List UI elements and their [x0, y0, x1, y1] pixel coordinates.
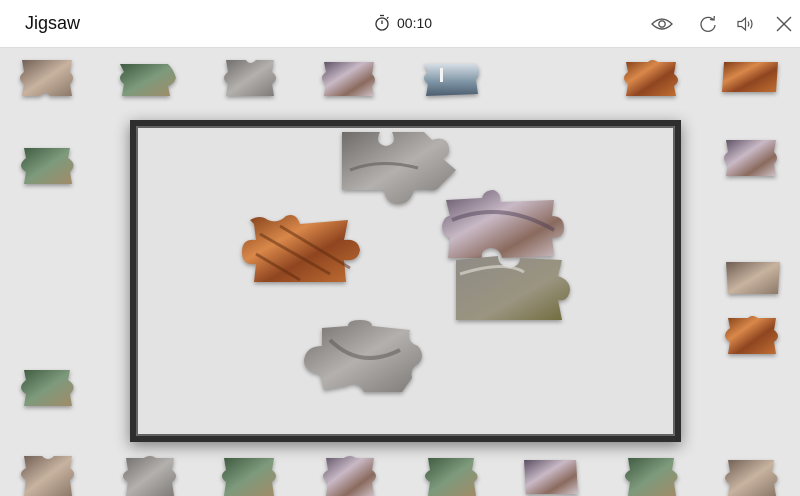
puzzle-piece[interactable] [240, 214, 364, 284]
preview-button[interactable] [650, 12, 674, 36]
puzzle-piece[interactable] [16, 144, 80, 186]
puzzle-piece[interactable] [620, 454, 684, 496]
sound-button[interactable] [734, 12, 758, 36]
puzzle-piece[interactable] [16, 58, 76, 98]
puzzle-piece[interactable] [720, 138, 780, 178]
puzzle-piece[interactable] [220, 58, 280, 98]
puzzle-piece[interactable] [16, 366, 80, 408]
game-board [0, 48, 800, 496]
title-bar: Jigsaw 00:10 [0, 0, 800, 48]
timer: 00:10 [374, 14, 432, 31]
puzzle-piece[interactable] [454, 254, 572, 322]
puzzle-piece[interactable] [16, 454, 80, 496]
puzzle-piece[interactable] [218, 454, 280, 496]
puzzle-piece[interactable] [620, 58, 682, 98]
puzzle-piece[interactable] [720, 314, 784, 356]
puzzle-piece[interactable] [300, 320, 426, 396]
puzzle-piece[interactable] [442, 190, 566, 262]
close-icon [775, 15, 793, 33]
puzzle-piece[interactable] [420, 454, 482, 496]
puzzle-piece[interactable] [720, 60, 780, 94]
close-button[interactable] [772, 12, 796, 36]
eye-icon [651, 17, 673, 31]
speaker-icon [736, 16, 756, 32]
puzzle-piece[interactable] [420, 60, 482, 98]
puzzle-piece[interactable] [720, 456, 782, 496]
restart-button[interactable] [696, 12, 720, 36]
app-title: Jigsaw [25, 13, 81, 33]
refresh-icon [698, 14, 718, 34]
puzzle-piece[interactable] [118, 454, 180, 496]
timer-value: 00:10 [397, 14, 433, 31]
puzzle-piece[interactable] [520, 456, 580, 496]
puzzle-piece[interactable] [340, 130, 456, 206]
stopwatch-icon [374, 14, 390, 31]
puzzle-piece[interactable] [116, 60, 178, 98]
puzzle-piece[interactable] [724, 260, 782, 296]
puzzle-piece[interactable] [318, 58, 378, 98]
puzzle-piece[interactable] [318, 454, 380, 496]
